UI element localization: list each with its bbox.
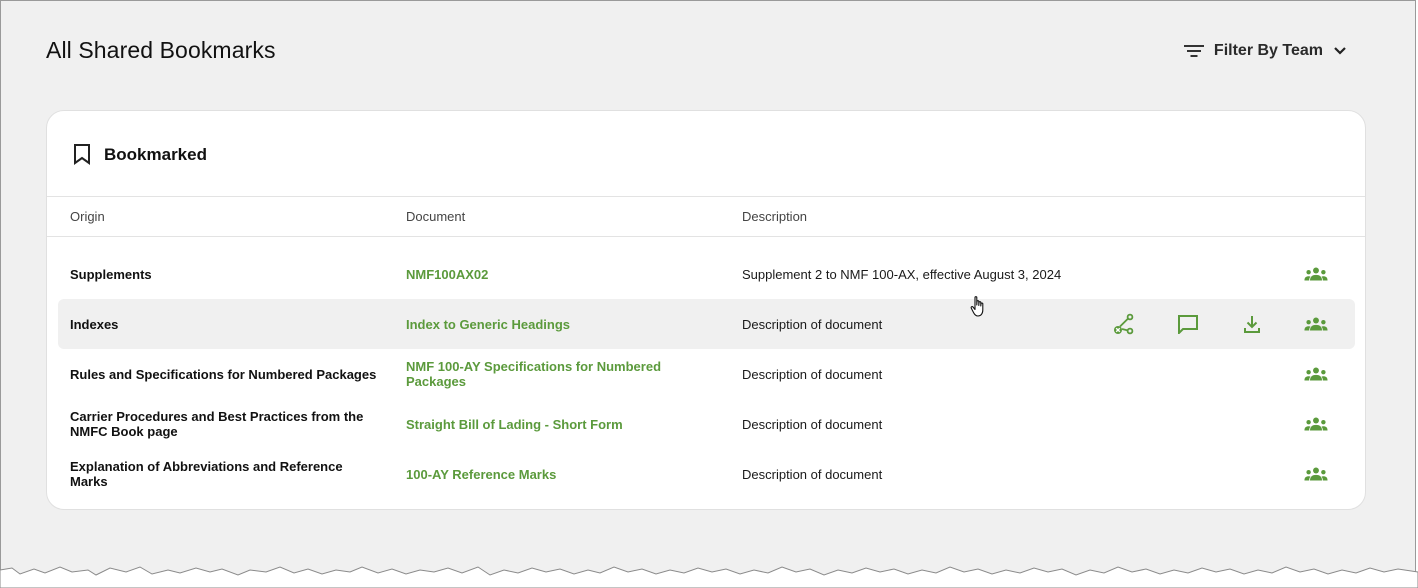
- document-link[interactable]: Straight Bill of Lading - Short Form: [406, 399, 676, 449]
- description-cell: Description of document: [742, 316, 883, 332]
- document-link[interactable]: NMF 100-AY Specifications for Numbered P…: [406, 349, 676, 399]
- page-title: All Shared Bookmarks: [46, 37, 276, 63]
- origin-cell: Rules and Specifications for Numbered Pa…: [70, 366, 377, 382]
- unlink-icon[interactable]: [1112, 312, 1136, 336]
- column-header-description: Description: [742, 209, 808, 224]
- origin-cell: Explanation of Abbreviations and Referen…: [70, 459, 343, 489]
- document-link[interactable]: 100-AY Reference Marks: [406, 449, 676, 499]
- description-cell: Description of document: [742, 366, 883, 382]
- origin-cell: Supplements: [70, 266, 152, 282]
- shared-team-icon[interactable]: [1304, 362, 1328, 386]
- table-row[interactable]: Rules and Specifications for Numbered Pa…: [58, 349, 1355, 399]
- table-header: Origin Document Description: [47, 196, 1365, 237]
- filter-icon: [1183, 44, 1204, 58]
- table-row[interactable]: Indexes Index to Generic Headings Descri…: [58, 299, 1355, 349]
- chevron-down-icon: [1333, 46, 1347, 56]
- shared-team-icon[interactable]: [1304, 412, 1328, 436]
- download-icon[interactable]: [1240, 312, 1264, 336]
- description-cell: Description of document: [742, 466, 883, 482]
- shared-team-icon[interactable]: [1304, 312, 1328, 336]
- page: All Shared Bookmarks Filter By Team Book…: [0, 0, 1416, 584]
- bookmarks-card: Bookmarked Origin Document Description S…: [46, 110, 1366, 510]
- shared-team-icon[interactable]: [1304, 462, 1328, 486]
- document-link[interactable]: NMF100AX02: [406, 249, 676, 299]
- column-header-document: Document: [406, 209, 466, 224]
- torn-edge-decoration: [0, 566, 1418, 588]
- shared-team-icon[interactable]: [1304, 262, 1328, 286]
- filter-by-team-button[interactable]: Filter By Team: [1183, 39, 1347, 63]
- filter-label: Filter By Team: [1213, 42, 1323, 59]
- column-header-origin: Origin: [70, 209, 105, 224]
- comment-icon[interactable]: [1176, 312, 1200, 336]
- origin-cell: Carrier Procedures and Best Practices fr…: [70, 409, 364, 439]
- table-row[interactable]: Carrier Procedures and Best Practices fr…: [58, 399, 1355, 449]
- bookmark-list: Supplements NMF100AX02 Supplement 2 to N…: [58, 249, 1355, 499]
- description-cell: Description of document: [742, 416, 883, 432]
- card-title: Bookmarked: [104, 145, 207, 164]
- table-row[interactable]: Supplements NMF100AX02 Supplement 2 to N…: [58, 249, 1355, 299]
- origin-cell: Indexes: [70, 316, 119, 332]
- bookmark-icon: [73, 143, 91, 170]
- card-header: Bookmarked: [47, 111, 1365, 197]
- table-row[interactable]: Explanation of Abbreviations and Referen…: [58, 449, 1355, 499]
- hand-pointer-cursor-icon: [970, 295, 988, 324]
- document-link[interactable]: Index to Generic Headings: [406, 299, 676, 349]
- description-cell: Supplement 2 to NMF 100-AX, effective Au…: [742, 266, 1062, 282]
